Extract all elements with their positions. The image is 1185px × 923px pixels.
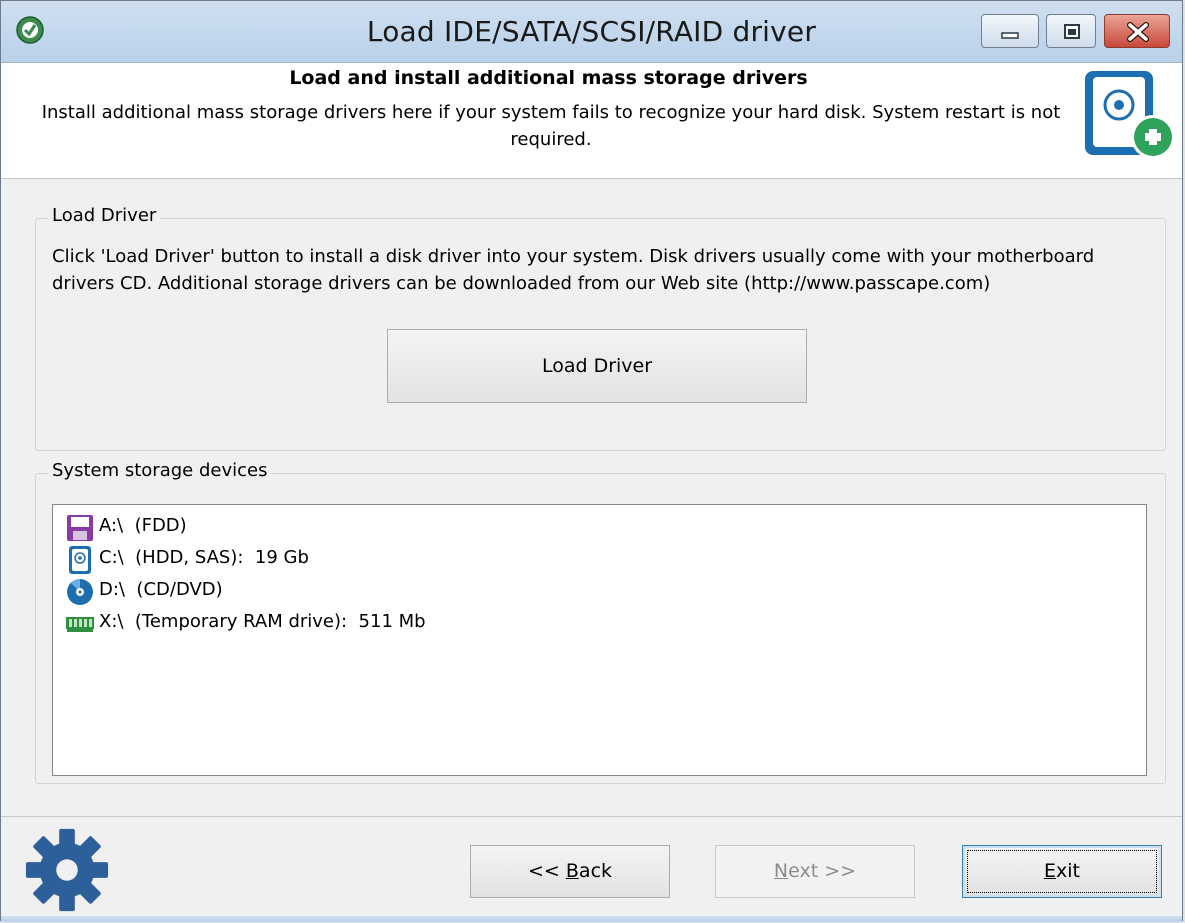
close-icon <box>1127 22 1149 42</box>
list-item-hdd[interactable]: C:\ (HDD, SAS): 19 Gb <box>65 543 309 575</box>
cd-dvd-icon <box>67 579 93 605</box>
back-accelerator: B <box>565 860 579 882</box>
close-button[interactable] <box>1104 14 1170 48</box>
next-button[interactable]: Next >> <box>715 845 915 898</box>
device-label: D:\ (CD/DVD) <box>99 579 223 600</box>
hard-disk-icon <box>69 546 91 574</box>
footer-divider <box>1 816 1182 817</box>
minimize-button[interactable] <box>981 14 1039 48</box>
maximize-icon <box>1064 24 1080 39</box>
title-bar[interactable]: Load IDE/SATA/SCSI/RAID driver <box>1 1 1182 63</box>
storage-devices-list[interactable]: A:\ (FDD) C:\ (HDD, SAS): 19 Gb D:\ (CD/… <box>52 504 1147 776</box>
list-item-cd[interactable]: D:\ (CD/DVD) <box>65 575 223 607</box>
load-driver-legend: Load Driver <box>48 205 161 226</box>
device-label: C:\ (HDD, SAS): 19 Gb <box>99 547 309 568</box>
focus-rectangle <box>967 850 1157 893</box>
list-item-fdd[interactable]: A:\ (FDD) <box>65 511 187 543</box>
header-description: Install additional mass storage drivers … <box>41 102 1061 150</box>
load-driver-button[interactable]: Load Driver <box>387 329 807 403</box>
device-label: A:\ (FDD) <box>99 515 187 536</box>
header-panel: Load and install additional mass storage… <box>1 63 1182 179</box>
hard-disk-add-icon <box>1085 71 1175 159</box>
next-rest: ext >> <box>788 860 857 882</box>
minimize-icon <box>1001 32 1019 39</box>
storage-devices-legend: System storage devices <box>48 460 272 481</box>
list-item-ram[interactable]: X:\ (Temporary RAM drive): 511 Mb <box>65 607 426 639</box>
storage-devices-group: System storage devices A:\ (FDD) C:\ (HD… <box>35 460 1166 784</box>
next-accelerator: N <box>773 860 789 882</box>
floppy-icon <box>67 515 93 541</box>
settings-gear-icon <box>25 828 109 912</box>
back-button[interactable]: << Back <box>470 845 670 898</box>
header-title: Load and install additional mass storage… <box>289 67 808 89</box>
back-rest: ack <box>578 860 613 882</box>
back-prefix: << <box>527 860 566 882</box>
exit-button[interactable]: Exit <box>962 845 1162 898</box>
dialog-window: Load IDE/SATA/SCSI/RAID driver Load and … <box>0 0 1183 922</box>
maximize-button[interactable] <box>1046 14 1096 48</box>
load-driver-group: Load Driver Click 'Load Driver' button t… <box>35 205 1166 451</box>
load-driver-description: Click 'Load Driver' button to install a … <box>52 246 1095 294</box>
window-bottom-border <box>1 916 1182 922</box>
ram-icon <box>66 617 94 632</box>
device-label: X:\ (Temporary RAM drive): 511 Mb <box>99 611 426 632</box>
